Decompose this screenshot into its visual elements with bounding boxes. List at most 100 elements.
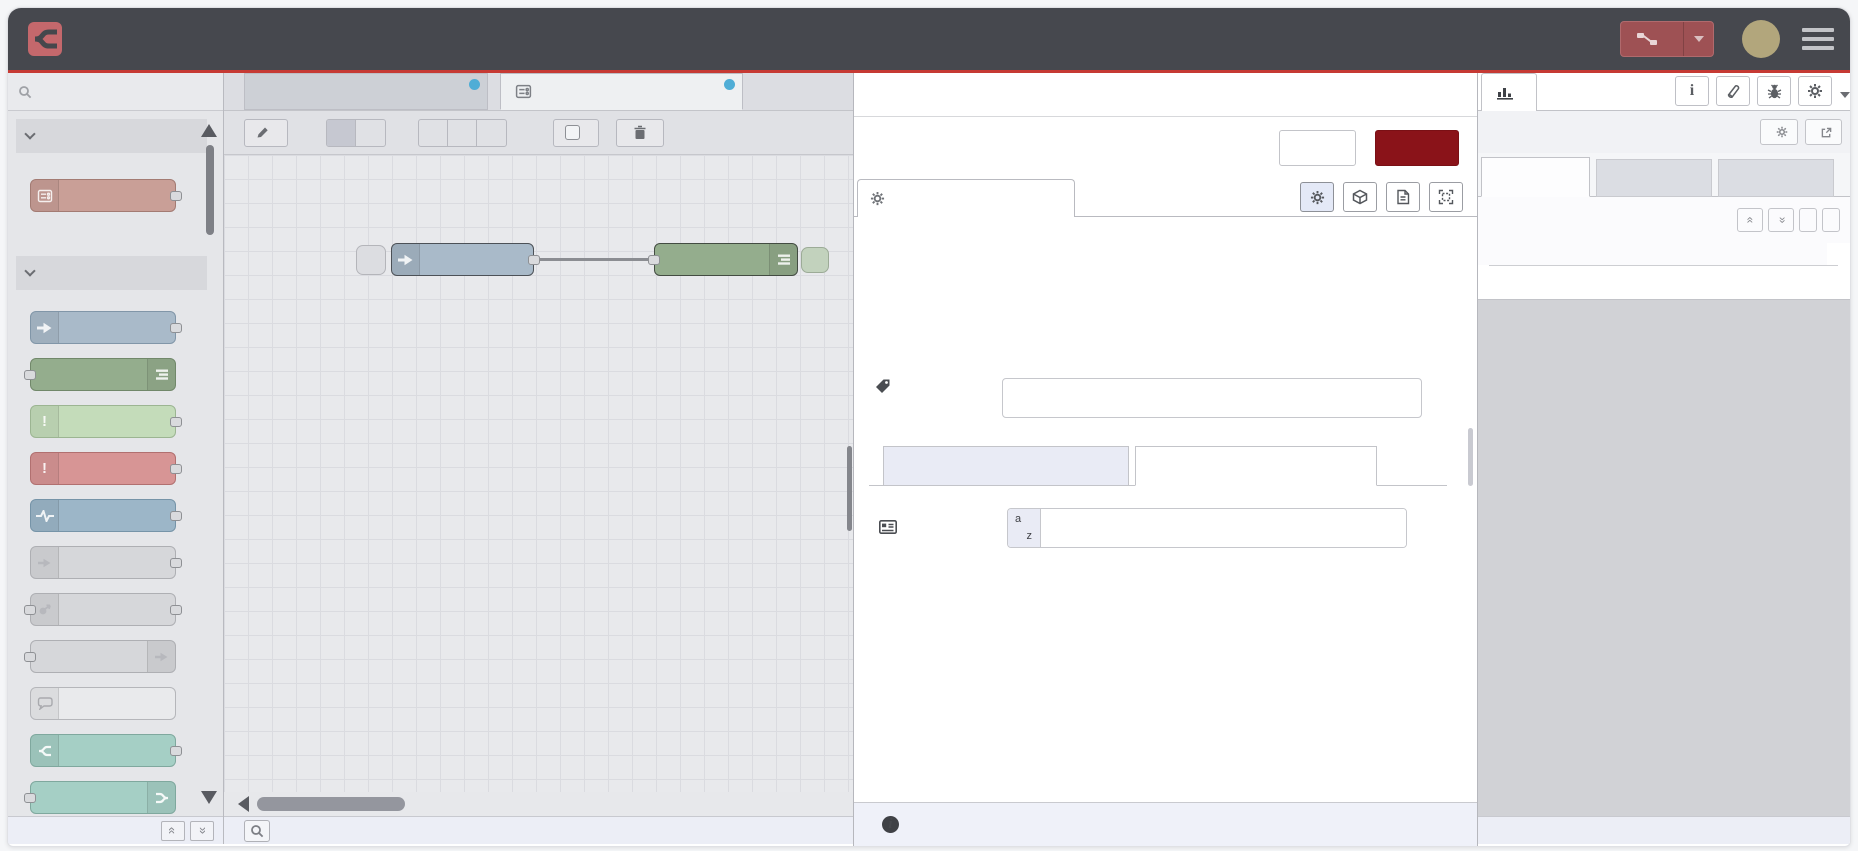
- scroll-left-icon[interactable]: [238, 796, 249, 812]
- tab-layout[interactable]: [1481, 157, 1590, 197]
- inject-icon: [392, 244, 420, 275]
- subflow-input-stub[interactable]: [356, 245, 386, 275]
- name-field-label: [875, 378, 900, 394]
- palette-scrollbar-thumb[interactable]: [206, 145, 214, 235]
- palette-section-subflows[interactable]: [16, 119, 207, 153]
- env-value-input[interactable]: [1041, 509, 1406, 547]
- search-icon: [18, 85, 32, 99]
- project-branch-icon: [147, 782, 175, 813]
- canvas-node-timestamp[interactable]: [391, 243, 540, 276]
- app-header: [8, 8, 1850, 70]
- palette-node-catch[interactable]: !: [30, 452, 182, 485]
- palette-node-subflow-1[interactable]: [30, 179, 182, 212]
- tab-subflow-1[interactable]: [500, 73, 743, 110]
- palette-node-link-in[interactable]: [30, 546, 182, 579]
- appearance-button[interactable]: [1429, 182, 1463, 212]
- pages-list-empty-area: [1477, 299, 1850, 816]
- done-button[interactable]: [1375, 130, 1459, 166]
- collapse-all-categories-button[interactable]: «: [161, 820, 185, 841]
- delete-subflow-button[interactable]: [616, 118, 664, 147]
- palette-node-comment[interactable]: [30, 687, 176, 720]
- description-button[interactable]: [1386, 182, 1420, 212]
- inputs-1-button[interactable]: [356, 120, 385, 146]
- main-menu-button[interactable]: [1802, 28, 1834, 50]
- info-tab-button[interactable]: i: [1675, 76, 1709, 106]
- palette-node-inject[interactable]: [30, 311, 182, 344]
- edit-settings-button[interactable]: [1760, 119, 1798, 145]
- add-link-button[interactable]: [1799, 208, 1817, 232]
- palette-search[interactable]: [8, 73, 223, 111]
- palette-node-project-out[interactable]: [24, 781, 176, 814]
- outputs-increase-button[interactable]: [477, 120, 506, 146]
- edit-properties-tab-button[interactable]: [1300, 182, 1334, 212]
- gear-icon: [870, 191, 885, 206]
- tray-buttons: [854, 117, 1477, 179]
- edit-properties-button[interactable]: [244, 118, 288, 147]
- subflow-icon: [515, 83, 532, 100]
- subflow-output-stub[interactable]: [801, 247, 829, 273]
- tab-flow-1[interactable]: [244, 73, 488, 110]
- app-window: ! ! « « i « « a z i: [7, 7, 1851, 847]
- string-type-icon[interactable]: az: [1008, 509, 1041, 547]
- palette-scroll-up-icon[interactable]: [201, 124, 217, 137]
- debug-icon: [147, 359, 175, 390]
- debug-tab-button[interactable]: [1757, 76, 1791, 106]
- open-dashboard-button[interactable]: [1805, 119, 1842, 145]
- palette-node-complete[interactable]: !: [30, 405, 182, 438]
- horizontal-scrollbar-thumb[interactable]: [257, 797, 405, 811]
- palette-scroll-down-icon[interactable]: [201, 791, 217, 804]
- subflow-name-input[interactable]: [1002, 378, 1422, 418]
- tab-environment-variables[interactable]: [883, 446, 1129, 486]
- status-node-checkbox[interactable]: [565, 125, 580, 140]
- tab-client-data[interactable]: [1718, 159, 1834, 197]
- palette-section-common[interactable]: [16, 256, 207, 290]
- canvas-node-debug-1[interactable]: [648, 243, 798, 276]
- add-page-button[interactable]: [1822, 208, 1840, 232]
- palette-scroll-area: ! !: [8, 111, 223, 816]
- editor-subtabs: [883, 446, 1377, 486]
- tray-resize-grip-left[interactable]: [847, 446, 852, 531]
- module-properties-button[interactable]: [1343, 182, 1377, 212]
- sidebar-footer: [1477, 816, 1850, 844]
- cancel-button[interactable]: [1279, 130, 1356, 166]
- right-sidebar: i « «: [1476, 73, 1850, 844]
- move-up-button[interactable]: «: [1737, 208, 1763, 232]
- tray-footer: i: [854, 802, 1477, 846]
- unsaved-changes-dot: [724, 79, 735, 90]
- node-output-port[interactable]: [528, 254, 540, 265]
- config-nodes-tab-button[interactable]: [1798, 76, 1832, 106]
- frame-icon: [1438, 189, 1454, 205]
- filter-nodes-input[interactable]: [39, 83, 189, 100]
- sidebar-resize-grip[interactable]: [1468, 428, 1473, 486]
- inputs-0-button[interactable]: [327, 119, 356, 146]
- move-down-button[interactable]: «: [1768, 208, 1794, 232]
- palette-node-status[interactable]: [30, 499, 182, 532]
- user-avatar[interactable]: [1742, 20, 1780, 58]
- deploy-button[interactable]: [1620, 21, 1714, 57]
- deploy-options-button[interactable]: [1683, 22, 1713, 56]
- tab-theming[interactable]: [1596, 159, 1712, 197]
- heartbeat-icon: [31, 500, 59, 531]
- bar-chart-icon: [1496, 85, 1514, 100]
- tab-dashboard-2[interactable]: [1481, 73, 1537, 111]
- sidebar-tabs-menu-icon[interactable]: [1840, 92, 1850, 98]
- search-flows-button[interactable]: [244, 819, 270, 842]
- node-output-port: [170, 416, 182, 427]
- editor-tab-row: [854, 179, 1477, 217]
- subflow-icon: [31, 180, 59, 211]
- env-value-input-group: az: [1007, 508, 1407, 548]
- tab-properties[interactable]: [857, 179, 1075, 217]
- palette-node-link-call[interactable]: [24, 593, 182, 626]
- node-output-port: [170, 322, 182, 333]
- help-tab-button[interactable]: [1716, 76, 1750, 106]
- inputs-segmented-control: [326, 118, 386, 147]
- gear-icon: [1310, 190, 1324, 204]
- node-input-port[interactable]: [648, 254, 660, 265]
- status-node-toggle[interactable]: [553, 118, 599, 147]
- palette-node-link-out[interactable]: [24, 640, 176, 673]
- tab-ui-preview[interactable]: [1135, 446, 1377, 486]
- palette-node-debug[interactable]: [24, 358, 176, 391]
- expand-all-categories-button[interactable]: «: [190, 820, 214, 841]
- palette-node-project-in[interactable]: [30, 734, 182, 767]
- outputs-decrease-button[interactable]: [419, 119, 448, 146]
